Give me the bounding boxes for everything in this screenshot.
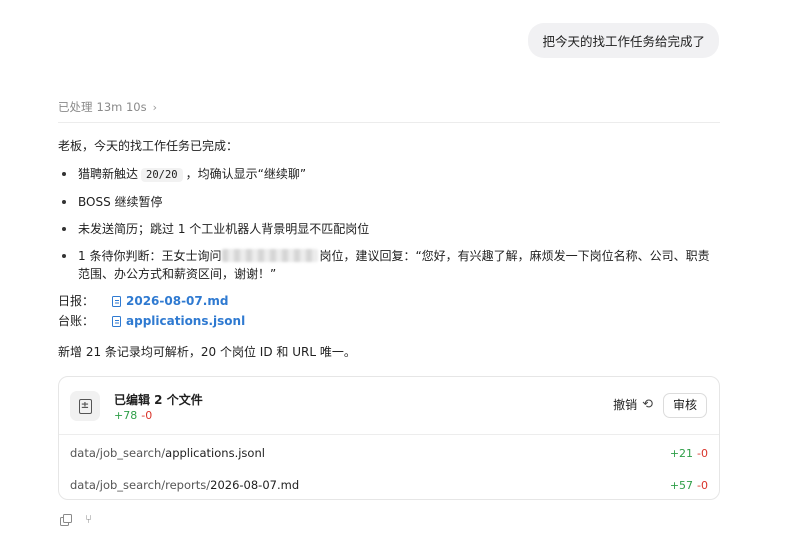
- file-path: data/job_search/applications.jsonl: [70, 446, 265, 460]
- list-item: 未发送简历；跳过 1 个工业机器人背景明显不匹配岗位: [58, 220, 720, 238]
- reply-summary: 新增 21 条记录均可解析，20 个岗位 ID 和 URL 唯一。: [58, 345, 356, 359]
- daily-report-link[interactable]: 2026-08-07.md: [112, 292, 228, 310]
- redacted-text: [222, 249, 319, 262]
- edited-files-card: ± 已编辑 2 个文件 +78 -0 撤销 ⟲ 审核 data/job_searc…: [58, 376, 720, 500]
- daily-report-row: 日报： 2026-08-07.md: [58, 292, 720, 310]
- message-actions: ⑂: [60, 513, 92, 526]
- file-dir: data/job_search/reports/: [70, 478, 211, 492]
- lines-removed: -0: [697, 478, 708, 492]
- list-item: BOSS 继续暂停: [58, 193, 720, 211]
- lines-added: +21: [669, 446, 694, 460]
- lines-added: +57: [669, 478, 694, 492]
- file-name: applications.jsonl: [165, 446, 265, 460]
- undo-icon: ⟲: [642, 397, 653, 412]
- document-icon: [112, 315, 121, 327]
- ledger-row: 台账： applications.jsonl: [58, 312, 720, 330]
- ledger-label: 台账：: [58, 314, 95, 328]
- user-message-bubble: 把今天的找工作任务给完成了: [528, 23, 719, 58]
- daily-report-filename: 2026-08-07.md: [126, 294, 229, 308]
- edited-files-title: 已编辑 2 个文件: [114, 393, 203, 407]
- reply-bullet-list: 猎聘新触达 20/20 ，均确认显示“继续聊” BOSS 继续暂停 未发送简历；跳过…: [58, 165, 720, 283]
- processed-duration: 13m 10s: [96, 100, 147, 114]
- processed-toggle[interactable]: 已处理 13m 10s ›: [58, 99, 720, 115]
- file-dir: data/job_search/: [70, 446, 166, 460]
- chevron-right-icon: ›: [152, 100, 158, 114]
- list-item: 1 条待你判断：王女士询问 岗位，建议回复：“您好，有兴趣了解，麻烦发一下岗位名称…: [58, 247, 720, 283]
- reply-intro: 老板，今天的找工作任务已完成：: [58, 139, 239, 153]
- file-row[interactable]: data/job_search/applications.jsonl +21 -0: [59, 437, 719, 469]
- file-name: 2026-08-07.md: [210, 478, 300, 492]
- list-item: 猎聘新触达 20/20 ，均确认显示“继续聊”: [58, 165, 720, 184]
- file-row[interactable]: data/job_search/reports/2026-08-07.md +5…: [59, 469, 719, 501]
- ledger-link[interactable]: applications.jsonl: [112, 312, 245, 330]
- bullet-text: ，均确认显示“继续聊”: [185, 167, 307, 181]
- inline-code: 20/20: [141, 168, 183, 182]
- undo-label: 撤销: [613, 398, 638, 412]
- ledger-filename: applications.jsonl: [126, 314, 246, 328]
- lines-removed: -0: [141, 409, 153, 422]
- review-button[interactable]: 审核: [662, 393, 707, 418]
- file-diff-icon: ±: [70, 391, 100, 421]
- bullet-text: 1 条待你判断：王女士询问: [78, 249, 222, 263]
- processed-label: 已处理: [58, 100, 93, 114]
- file-diff-stats: +57 -0: [670, 479, 708, 492]
- lines-added: +78: [114, 409, 138, 422]
- daily-report-label: 日报：: [58, 294, 95, 308]
- chat-page: 把今天的找工作任务给完成了 已处理 13m 10s › 老板，今天的找工作任务已…: [0, 0, 800, 537]
- copy-icon[interactable]: [60, 514, 72, 526]
- divider: [58, 122, 720, 123]
- file-diff-stats: +21 -0: [670, 447, 708, 460]
- file-path: data/job_search/reports/2026-08-07.md: [70, 478, 299, 492]
- lines-removed: -0: [697, 446, 708, 460]
- bullet-text: 猎聘新触达: [78, 167, 139, 181]
- branch-icon[interactable]: ⑂: [85, 513, 92, 525]
- assistant-reply: 老板，今天的找工作任务已完成： 猎聘新触达 20/20 ，均确认显示“继续聊” BO…: [58, 137, 720, 361]
- edited-files-header: ± 已编辑 2 个文件 +78 -0 撤销 ⟲ 审核: [59, 377, 719, 435]
- edited-files-stats: +78 -0: [114, 409, 152, 422]
- undo-button[interactable]: 撤销 ⟲: [613, 396, 653, 413]
- document-icon: [112, 295, 121, 307]
